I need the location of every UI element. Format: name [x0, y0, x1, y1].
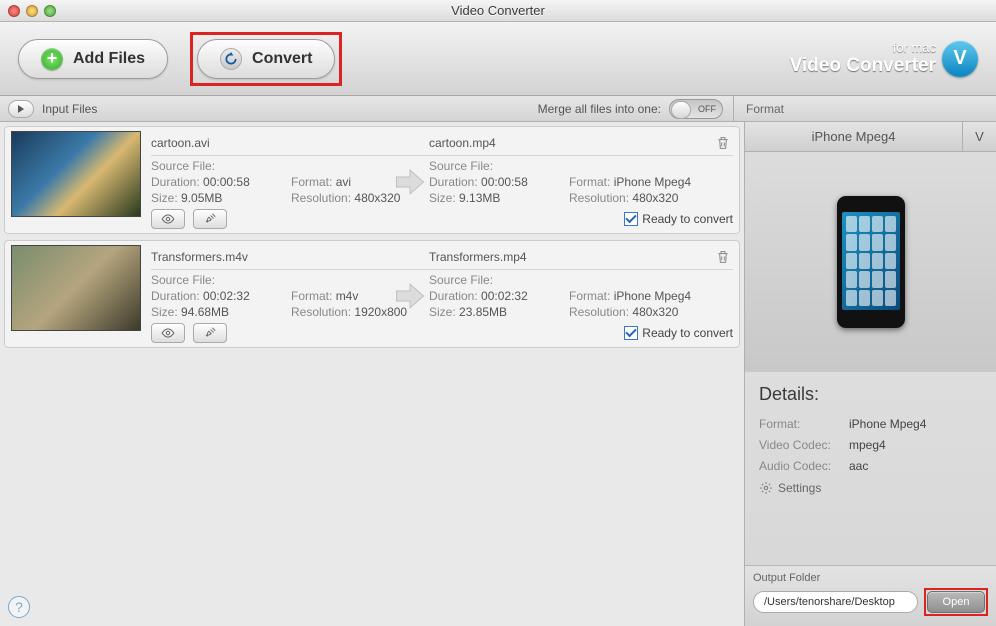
- ready-indicator[interactable]: Ready to convert: [624, 326, 733, 340]
- arrow-icon: [391, 165, 429, 199]
- convert-button[interactable]: Convert: [197, 39, 335, 79]
- iphone-icon: [837, 196, 905, 328]
- input-files-label: Input Files: [42, 102, 97, 116]
- details-heading: Details:: [759, 384, 982, 405]
- section-bar: Input Files Merge all files into one: OF…: [0, 96, 996, 122]
- open-folder-button[interactable]: Open: [927, 591, 985, 613]
- window-title: Video Converter: [0, 3, 996, 18]
- edit-button[interactable]: [193, 209, 227, 229]
- device-preview: [745, 152, 996, 372]
- file-list: cartoon.avi cartoon.mp4 Source File: Dur…: [0, 122, 744, 626]
- video-thumbnail[interactable]: [11, 245, 141, 331]
- checkbox-icon[interactable]: [624, 212, 638, 226]
- delete-button[interactable]: [713, 247, 733, 267]
- ready-indicator[interactable]: Ready to convert: [624, 212, 733, 226]
- play-all-button[interactable]: [8, 100, 34, 118]
- format-header[interactable]: iPhone Mpeg4 V: [745, 122, 996, 152]
- output-filename: cartoon.mp4: [429, 136, 713, 150]
- format-variant-tab[interactable]: V: [962, 122, 996, 152]
- file-item[interactable]: cartoon.avi cartoon.mp4 Source File: Dur…: [4, 126, 740, 234]
- branding: for mac Video Converter V: [790, 40, 978, 77]
- merge-toggle[interactable]: OFF: [669, 99, 723, 119]
- arrow-icon: [391, 279, 429, 313]
- delete-button[interactable]: [713, 133, 733, 153]
- title-bar: Video Converter: [0, 0, 996, 22]
- add-files-button[interactable]: + Add Files: [18, 39, 168, 79]
- brand-subtitle: for mac: [790, 40, 936, 55]
- brand-logo-icon: V: [942, 41, 978, 77]
- source-filename: Transformers.m4v: [151, 250, 429, 264]
- convert-icon: [220, 48, 242, 70]
- brand-title: Video Converter: [790, 55, 936, 77]
- preview-button[interactable]: [151, 209, 185, 229]
- plus-icon: +: [41, 48, 63, 70]
- checkbox-icon[interactable]: [624, 326, 638, 340]
- video-thumbnail[interactable]: [11, 131, 141, 217]
- convert-highlight: Convert: [190, 32, 342, 86]
- convert-label: Convert: [252, 50, 312, 68]
- format-section-label: Format: [734, 102, 784, 116]
- output-path-field[interactable]: /Users/tenorshare/Desktop: [753, 591, 918, 613]
- file-item[interactable]: Transformers.m4v Transformers.mp4 Source…: [4, 240, 740, 348]
- details-section: Details: Format:iPhone Mpeg4 Video Codec…: [745, 372, 996, 501]
- preview-button[interactable]: [151, 323, 185, 343]
- gear-icon: [759, 481, 773, 495]
- add-files-label: Add Files: [73, 50, 145, 68]
- source-filename: cartoon.avi: [151, 136, 429, 150]
- output-filename: Transformers.mp4: [429, 250, 713, 264]
- toolbar: + Add Files Convert for mac Video Conver…: [0, 22, 996, 96]
- output-folder-section: Output Folder /Users/tenorshare/Desktop …: [745, 565, 996, 626]
- help-button[interactable]: ?: [8, 596, 30, 618]
- output-folder-label: Output Folder: [753, 572, 988, 584]
- format-panel: iPhone Mpeg4 V Details: Format:iPhone Mp…: [744, 122, 996, 626]
- selected-format-name: iPhone Mpeg4: [745, 129, 962, 144]
- open-highlight: Open: [924, 588, 988, 616]
- edit-button[interactable]: [193, 323, 227, 343]
- merge-label: Merge all files into one:: [538, 102, 661, 116]
- settings-button[interactable]: Settings: [759, 481, 982, 495]
